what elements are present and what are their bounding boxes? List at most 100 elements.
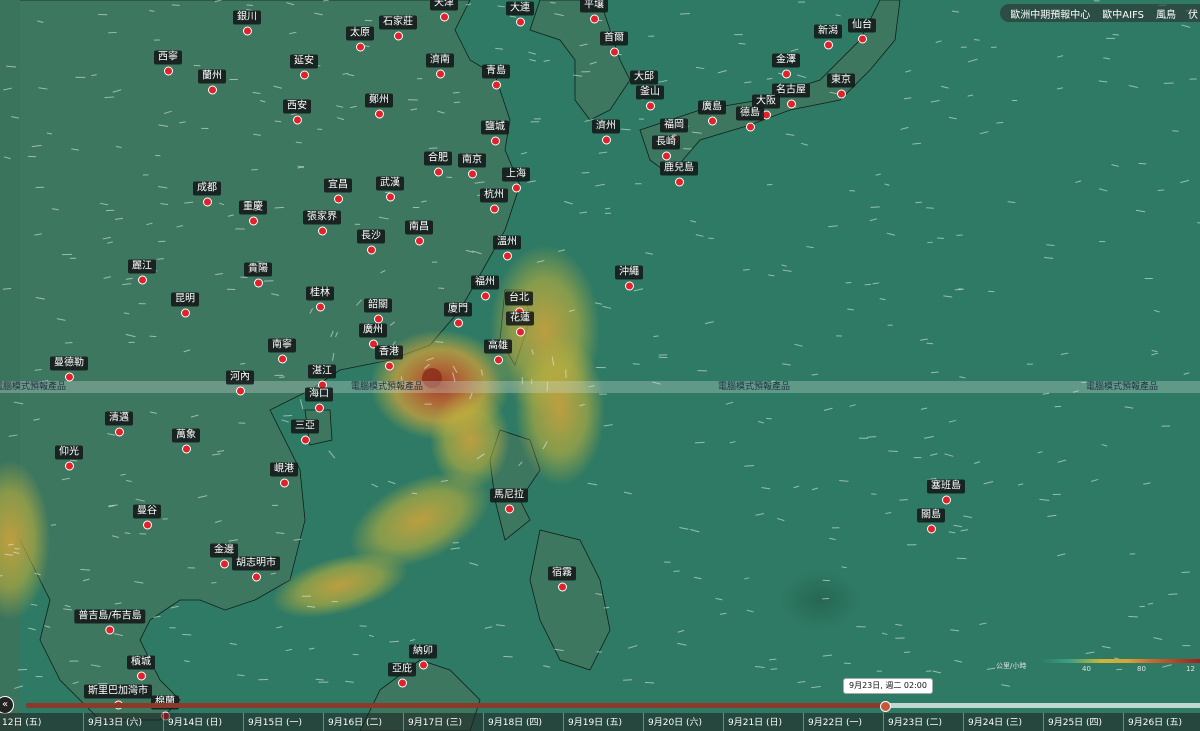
city-marker[interactable]: 貴陽 <box>244 262 272 288</box>
city-marker[interactable]: 河內 <box>226 370 254 396</box>
timeline-day[interactable]: 9月23日 (二) <box>888 715 942 728</box>
city-dot <box>300 435 310 445</box>
timeline-day[interactable]: 9月17日 (三) <box>408 715 462 728</box>
city-marker[interactable]: 濟州 <box>592 119 620 145</box>
menu-item-ecmwf[interactable]: 歐洲中期預報中心 <box>1010 6 1090 21</box>
city-marker[interactable]: 湛江 <box>308 364 336 390</box>
timeline-track[interactable] <box>885 703 1200 708</box>
watermark-text: 電腦模式預報產品 <box>351 382 424 392</box>
city-marker[interactable]: 德島 <box>736 106 764 132</box>
city-marker[interactable]: 首爾 <box>600 31 628 57</box>
city-marker[interactable]: 重慶 <box>239 200 267 226</box>
city-label: 首爾 <box>600 31 628 46</box>
city-marker[interactable]: 溫州 <box>493 235 521 261</box>
city-marker[interactable]: 仙台 <box>848 18 876 44</box>
city-marker[interactable]: 宿霧 <box>548 566 576 592</box>
city-marker[interactable]: 鄭州 <box>365 93 393 119</box>
city-marker[interactable]: 花蓮 <box>506 311 534 337</box>
timeline-day[interactable]: 9月19日 (五) <box>568 715 622 728</box>
city-dot <box>202 197 212 207</box>
city-marker[interactable]: 廣島 <box>698 100 726 126</box>
wind-streak <box>452 91 460 94</box>
city-marker[interactable]: 青島 <box>482 64 510 90</box>
city-marker[interactable]: 塞班島 <box>927 479 965 505</box>
city-marker[interactable]: 蘭州 <box>198 69 226 95</box>
city-marker[interactable]: 萬象 <box>172 428 200 454</box>
city-marker[interactable]: 沖繩 <box>615 265 643 291</box>
city-marker[interactable]: 長崎 <box>652 135 680 161</box>
timeline-day[interactable]: 9月24日 (三) <box>968 715 1022 728</box>
city-marker[interactable]: 南京 <box>458 153 486 179</box>
city-marker[interactable]: 張家界 <box>303 210 341 236</box>
wind-map[interactable] <box>0 0 1200 731</box>
city-marker[interactable]: 高雄 <box>484 339 512 365</box>
city-marker[interactable]: 麗江 <box>128 259 156 285</box>
city-label: 金邊 <box>210 543 238 558</box>
city-marker[interactable]: 石家莊 <box>379 15 417 41</box>
menu-item-more[interactable]: 伏 <box>1188 6 1198 21</box>
city-marker[interactable]: 桂林 <box>306 286 334 312</box>
city-marker[interactable]: 仰光 <box>55 445 83 471</box>
city-marker[interactable]: 三亞 <box>291 419 319 445</box>
city-marker[interactable]: 峴港 <box>270 462 298 488</box>
city-marker[interactable]: 胡志明市 <box>232 556 280 582</box>
chevron-double-left-icon[interactable]: « <box>0 696 14 714</box>
city-marker[interactable]: 關島 <box>917 508 945 534</box>
menu-item-aifs[interactable]: 歐中AIFS <box>1102 6 1144 21</box>
city-marker[interactable]: 南寧 <box>268 338 296 364</box>
city-marker[interactable]: 大連 <box>506 1 534 27</box>
city-marker[interactable]: 長沙 <box>357 229 385 255</box>
timeline-day[interactable]: 9月20日 (六) <box>648 715 702 728</box>
city-label: 青島 <box>482 64 510 79</box>
city-marker[interactable]: 南昌 <box>405 220 433 246</box>
city-marker[interactable]: 延安 <box>290 54 318 80</box>
city-marker[interactable]: 檳城 <box>127 655 155 681</box>
timeline-progress[interactable] <box>26 703 885 708</box>
city-marker[interactable]: 成都 <box>193 181 221 207</box>
city-dot <box>836 89 846 99</box>
city-marker[interactable]: 曼德勒 <box>50 356 88 382</box>
city-marker[interactable]: 宜昌 <box>324 178 352 204</box>
city-marker[interactable]: 釜山 <box>636 85 664 111</box>
city-marker[interactable]: 海口 <box>305 387 333 413</box>
city-marker[interactable]: 鹿兒島 <box>660 161 698 187</box>
timeline-day[interactable]: 9月18日 (四) <box>488 715 542 728</box>
city-marker[interactable]: 銀川 <box>233 10 261 36</box>
timeline-day[interactable]: 9月21日 (日) <box>728 715 782 728</box>
timeline-day[interactable]: 9月26日 (五) <box>1128 715 1182 728</box>
timeline-day[interactable]: 9月16日 (二) <box>328 715 382 728</box>
city-marker[interactable]: 鹽城 <box>481 120 509 146</box>
menu-item-windy[interactable]: 風鳥 <box>1156 6 1176 21</box>
city-marker[interactable]: 合肥 <box>424 151 452 177</box>
timeline-day[interactable]: 9月14日 (日) <box>168 715 222 728</box>
timeline-day[interactable]: 9月13日 (六) <box>88 715 142 728</box>
city-marker[interactable]: 香港 <box>375 345 403 371</box>
city-marker[interactable]: 普吉島/布吉島 <box>74 609 146 635</box>
city-marker[interactable]: 西安 <box>283 99 311 125</box>
timeline-day[interactable]: 12日 (五) <box>2 715 41 728</box>
city-marker[interactable]: 曼谷 <box>133 504 161 530</box>
timeline-day[interactable]: 9月25日 (四) <box>1048 715 1102 728</box>
timeline-handle[interactable] <box>880 701 891 712</box>
city-marker[interactable]: 武漢 <box>376 176 404 202</box>
city-marker[interactable]: 韶關 <box>364 298 392 324</box>
city-marker[interactable]: 馬尼拉 <box>490 488 528 514</box>
city-marker[interactable]: 濟南 <box>426 53 454 79</box>
city-marker[interactable]: 平壤 <box>580 0 608 24</box>
city-marker[interactable]: 太原 <box>346 26 374 52</box>
city-marker[interactable]: 東京 <box>827 73 855 99</box>
day-separator <box>803 713 804 731</box>
city-marker[interactable]: 清邁 <box>105 411 133 437</box>
city-marker[interactable]: 新潟 <box>814 24 842 50</box>
city-marker[interactable]: 亞庇 <box>388 662 416 688</box>
city-marker[interactable]: 天津 <box>430 0 458 22</box>
city-marker[interactable]: 杭州 <box>480 188 508 214</box>
wind-streak <box>104 96 115 99</box>
timeline-day[interactable]: 9月15日 (一) <box>248 715 302 728</box>
timeline-day[interactable]: 9月22日 (一) <box>808 715 862 728</box>
city-marker[interactable]: 福州 <box>471 275 499 301</box>
city-marker[interactable]: 廈門 <box>444 302 472 328</box>
city-marker[interactable]: 西寧 <box>154 50 182 76</box>
city-marker[interactable]: 金澤 <box>772 53 800 79</box>
city-marker[interactable]: 昆明 <box>171 292 199 318</box>
